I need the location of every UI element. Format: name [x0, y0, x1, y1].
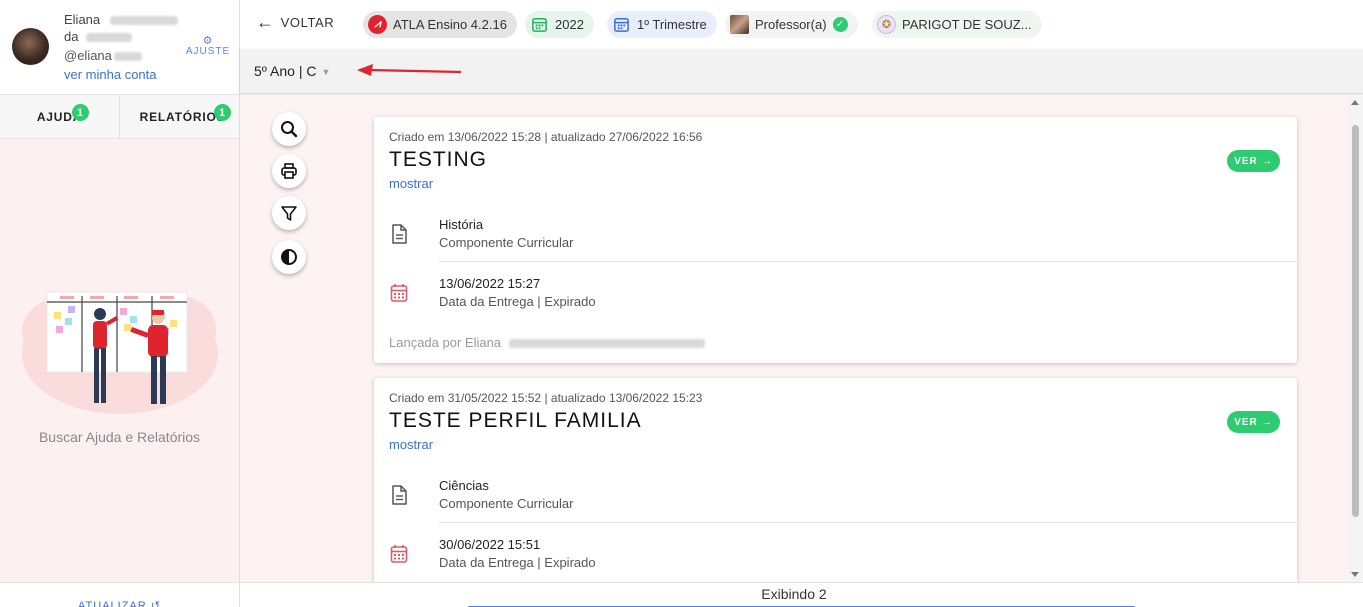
search-button[interactable] — [272, 112, 306, 146]
school-logo-icon: ✪ — [877, 15, 896, 34]
ver-label: VER — [1234, 155, 1258, 167]
subject-type: Componente Curricular — [439, 235, 574, 250]
chip-system-label: ATLA Ensino 4.2.16 — [393, 17, 507, 32]
gear-icon: ⚙ — [202, 35, 214, 47]
back-button[interactable]: ← VOLTAR — [256, 12, 335, 32]
subject-name: Ciências — [439, 478, 489, 493]
calendar-icon — [390, 545, 408, 563]
tab-relatorios[interactable]: RELATÓRIOS 1 — [119, 95, 239, 138]
class-selector[interactable]: 5º Ano | C ▼ — [254, 63, 330, 79]
due-status: Data da Entrega | Expirado — [439, 294, 596, 309]
ver-button[interactable]: VER → — [1227, 150, 1280, 172]
redacted-text — [113, 52, 142, 62]
chip-school-label: PARIGOT DE SOUZ... — [902, 17, 1032, 32]
profile-first-name: Eliana — [64, 12, 101, 27]
list-footer: Exibindo 2 — [240, 582, 1363, 607]
refresh-link[interactable]: ATUALIZAR ↺ — [0, 582, 239, 607]
avatar — [730, 15, 749, 34]
calendar-icon — [390, 284, 408, 302]
divider — [439, 522, 1297, 523]
due-status: Data da Entrega | Expirado — [439, 555, 596, 570]
help-illustration — [22, 291, 218, 414]
redacted-text — [86, 33, 133, 43]
show-link[interactable]: mostrar — [389, 437, 433, 452]
check-circle-icon: ✓ — [832, 17, 848, 32]
caret-down-icon: ▼ — [321, 67, 331, 78]
chip-year-label: 2022 — [555, 17, 584, 32]
assignment-card: Criado em 31/05/2022 15:52 | atualizado … — [374, 378, 1297, 582]
chip-term[interactable]: 1º Trimestre — [607, 11, 717, 38]
atla-logo-icon: ⩘ — [368, 15, 387, 34]
settings-label: AJUSTE — [185, 46, 231, 57]
ver-label: VER — [1234, 416, 1258, 428]
result-count: Exibindo 2 — [761, 586, 827, 602]
arrow-right-icon: → — [1261, 416, 1273, 428]
tab-relatorios-badge: 1 — [214, 104, 231, 121]
divider — [439, 261, 1297, 262]
card-title: TESTING — [389, 148, 488, 171]
assignment-card: Criado em 13/06/2022 15:28 | atualizado … — [374, 117, 1297, 363]
contrast-icon — [281, 249, 297, 265]
chip-term-label: 1º Trimestre — [637, 17, 707, 32]
back-label: VOLTAR — [280, 14, 335, 30]
due-date: 30/06/2022 15:51 — [439, 537, 541, 552]
subject-row: História Componente Curricular — [374, 209, 1297, 259]
subject-type: Componente Curricular — [439, 496, 574, 511]
arrow-left-icon: ← — [256, 12, 275, 32]
sidebar-tabs: AJUDA 1 RELATÓRIOS 1 — [0, 94, 239, 139]
ver-button[interactable]: VER → — [1227, 411, 1280, 433]
printer-icon — [281, 163, 297, 179]
filter-button[interactable] — [272, 196, 306, 230]
profile-last-name: da — [64, 29, 79, 44]
redacted-text — [508, 339, 705, 349]
scroll-up-arrow-icon[interactable] — [1351, 100, 1359, 105]
settings-button[interactable]: ⚙ AJUSTE — [184, 35, 232, 58]
due-date-row: 13/06/2022 15:27 Data da Entrega | Expir… — [374, 268, 1297, 318]
launched-by: Lançada por Eliana — [389, 335, 705, 350]
arrow-right-icon: → — [1261, 155, 1273, 167]
username-text: @eliana — [64, 48, 112, 63]
view-account-link[interactable]: ver minha conta — [64, 67, 157, 82]
vertical-scrollbar[interactable] — [1348, 95, 1363, 582]
red-arrow-annotation — [357, 64, 462, 76]
document-icon — [392, 485, 407, 505]
avatar[interactable] — [12, 28, 49, 65]
card-meta: Criado em 13/06/2022 15:28 | atualizado … — [389, 130, 703, 144]
assignments-list: Criado em 13/06/2022 15:28 | atualizado … — [240, 95, 1348, 582]
profile-panel: Eliana da @eliana ver minha conta ⚙ AJUS… — [0, 0, 239, 94]
scroll-down-arrow-icon[interactable] — [1351, 572, 1359, 577]
due-date: 13/06/2022 15:27 — [439, 276, 541, 291]
tab-ajuda[interactable]: AJUDA 1 — [0, 95, 119, 138]
card-title: TESTE PERFIL FAMILIA — [389, 409, 642, 432]
filter-icon — [281, 206, 297, 221]
launched-by-text: Lançada por Eliana — [389, 335, 502, 350]
due-date-row: 30/06/2022 15:51 Data da Entrega | Expir… — [374, 529, 1297, 579]
chip-year[interactable]: 2022 — [525, 11, 594, 38]
redacted-text — [109, 16, 178, 26]
subject-name: História — [439, 217, 484, 232]
tab-ajuda-badge: 1 — [72, 104, 89, 121]
topbar: ← VOLTAR ⩘ ATLA Ensino 4.2.16 2022 1º Tr… — [240, 0, 1363, 49]
search-icon — [281, 121, 298, 138]
contrast-button[interactable] — [272, 240, 306, 274]
profile-username: @eliana — [64, 48, 142, 63]
class-selector-value: 5º Ano | C — [254, 63, 317, 79]
chip-school[interactable]: ✪ PARIGOT DE SOUZ... — [872, 11, 1042, 38]
sidebar-caption: Buscar Ajuda e Relatórios — [38, 429, 201, 445]
document-icon — [392, 224, 407, 244]
scroll-thumb[interactable] — [1352, 125, 1359, 517]
profile-name: Eliana da — [64, 11, 178, 45]
calendar-icon — [532, 18, 547, 32]
sidebar: Eliana da @eliana ver minha conta ⚙ AJUS… — [0, 0, 240, 607]
tab-relatorios-label: RELATÓRIOS — [139, 109, 226, 124]
calendar-icon — [614, 18, 629, 32]
subject-row: Ciências Componente Curricular — [374, 470, 1297, 520]
print-button[interactable] — [272, 154, 306, 188]
chip-system[interactable]: ⩘ ATLA Ensino 4.2.16 — [363, 11, 517, 38]
card-meta: Criado em 31/05/2022 15:52 | atualizado … — [389, 391, 703, 405]
show-link[interactable]: mostrar — [389, 176, 433, 191]
chip-role-label: Professor(a) — [755, 17, 827, 32]
chip-role[interactable]: Professor(a) ✓ — [725, 11, 858, 38]
